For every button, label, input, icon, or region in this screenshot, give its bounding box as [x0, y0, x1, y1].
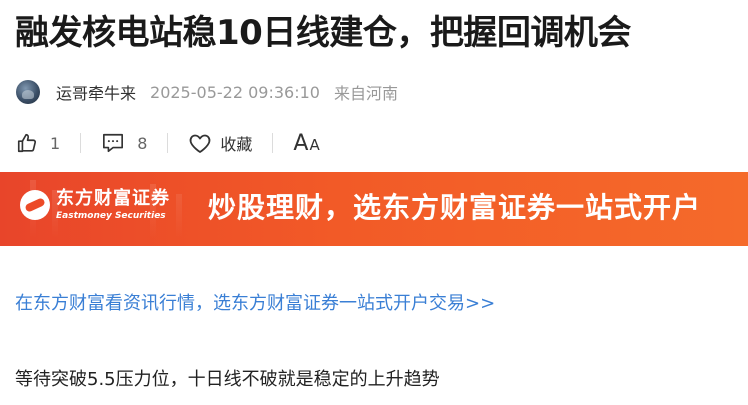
logo-name-en: Eastmoney Securities [56, 211, 166, 221]
logo-icon [20, 190, 50, 220]
author-name[interactable]: 运哥牵牛来 [56, 80, 136, 104]
favorite-label: 收藏 [220, 135, 253, 154]
publish-location: 来自河南 [333, 84, 398, 103]
like-count: 1 [50, 133, 61, 153]
publish-time: 2025-05-22 09:36:10 [150, 82, 320, 102]
logo-name-cn: 东方财富证券 [56, 188, 170, 209]
font-size-icon-small: A [309, 135, 320, 154]
eastmoney-logo: 东方财富证券 Eastmoney Securities [20, 188, 170, 222]
divider [80, 133, 82, 153]
promo-banner[interactable]: 东方财富证券 Eastmoney Securities 炒股理财，选东方财富证券… [0, 172, 748, 246]
article-paragraph: 等待突破5.5压力位，十日线不破就是稳定的上升趋势 [15, 369, 440, 390]
divider [272, 133, 274, 153]
article-title: 融发核电站稳10日线建仓，把握回调机会 [15, 13, 631, 53]
favorite-button[interactable]: 收藏 [188, 131, 252, 155]
promo-link[interactable]: 在东方财富看资讯行情，选东方财富证券一站式开户交易>> [15, 290, 495, 318]
article-meta: 运哥牵牛来 2025-05-22 09:36:10 来自河南 [16, 78, 398, 106]
heart-icon [188, 132, 212, 154]
avatar[interactable] [16, 80, 40, 104]
font-size-icon: A [293, 130, 309, 156]
comment-button[interactable]: 8 [101, 132, 147, 154]
font-size-button[interactable]: A A [293, 131, 319, 156]
comment-count: 8 [137, 133, 148, 153]
action-bar: 1 8 收藏 A A [16, 128, 320, 158]
divider [167, 133, 169, 153]
thumb-up-icon [16, 132, 38, 154]
banner-slogan: 炒股理财，选东方财富证券一站式开户 [208, 191, 702, 224]
like-button[interactable]: 1 [16, 132, 60, 154]
comment-icon [101, 132, 125, 154]
